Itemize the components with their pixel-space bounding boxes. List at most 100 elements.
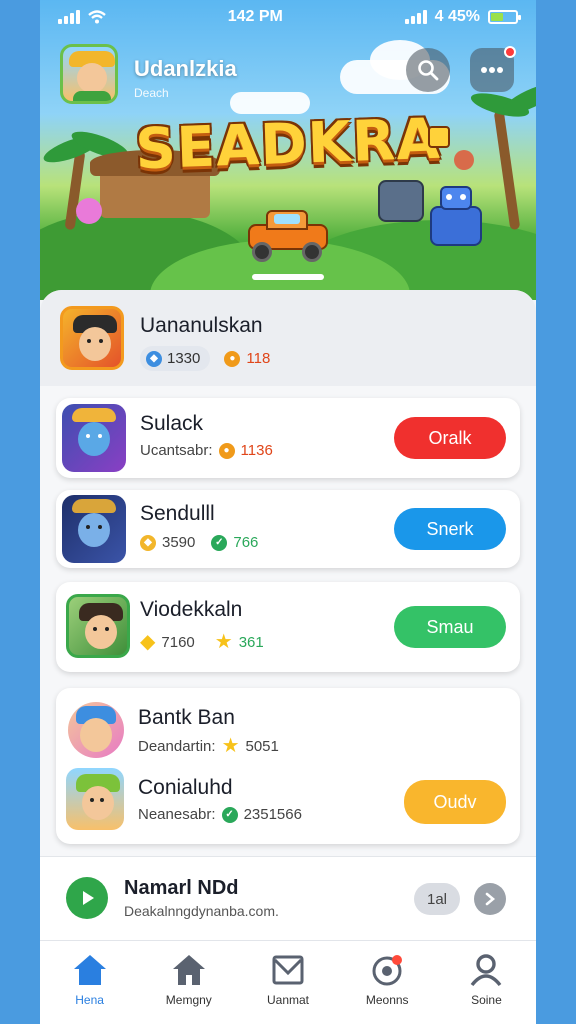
profile-stat2: 118 [246, 350, 271, 367]
robot-icon [378, 180, 424, 222]
star-icon: ★ [214, 631, 233, 653]
news-title: Namarl NDd [124, 877, 239, 899]
profile-stat1: 1330 [167, 350, 201, 367]
tab-home[interactable]: Hena [40, 941, 139, 1024]
tab-memgny[interactable]: Memgny [139, 941, 238, 1024]
card-stat-value: 1136 [240, 442, 273, 459]
profile-stat-pill: ◆ 1330 [140, 346, 211, 371]
home-icon [73, 955, 106, 985]
mail-icon [272, 955, 304, 985]
profile-name: Uananulskan [140, 314, 263, 337]
card-stat-label: Ucantsabr: [140, 442, 213, 459]
card-stat2: 766 [233, 534, 259, 551]
tab-bar: Hena Memgny Uanmat Meonns Soine [40, 940, 536, 1024]
person-icon [471, 954, 502, 987]
card-avatar [62, 404, 126, 472]
more-button[interactable] [470, 46, 516, 92]
group-card[interactable]: Bantk Ban Deandartin: ★ 5051 Conialuhd N… [56, 688, 520, 844]
card-stats: Ucantsabr: ● 1136 [140, 442, 273, 459]
drag-handle[interactable] [252, 274, 324, 280]
entry-stats: Neanesabr: ✓ 2351566 [138, 806, 302, 823]
player-name: Udanlzkia [134, 56, 237, 81]
status-left [58, 10, 106, 24]
card-action-button[interactable]: Oralk [394, 417, 506, 459]
play-icon [83, 891, 94, 905]
entry-name: Conialuhd [138, 776, 233, 799]
status-right: 4 45% [404, 8, 521, 26]
card-name: Viodekkaln [140, 598, 243, 621]
entry-avatar [66, 768, 124, 830]
entry-stat-label: Neanesabr: [138, 806, 216, 823]
play-button[interactable] [66, 877, 108, 919]
star-icon: ◆ [140, 631, 156, 653]
flower [76, 198, 102, 224]
title-badge-icon [428, 126, 450, 148]
chevron-right-icon [485, 892, 496, 906]
card-action-button[interactable]: Smau [394, 606, 506, 648]
gem-icon: ◆ [146, 350, 162, 367]
tab-uanmat[interactable]: Uanmat [238, 941, 337, 1024]
tab-label: Uanmat [266, 993, 310, 1007]
coin-icon: ● [218, 442, 235, 459]
card-action-button[interactable]: Snerk [394, 508, 506, 550]
blue-robot-icon [424, 186, 488, 250]
card-avatar [62, 495, 126, 563]
game-card[interactable]: Sulack Ucantsabr: ● 1136 Oralk [56, 398, 520, 478]
check-icon: ✓ [211, 534, 228, 551]
status-bar: 142 PM 4 45% [0, 0, 576, 34]
profile-row[interactable]: Uananulskan ◆ 1330 ● 118 [40, 290, 536, 386]
profile-avatar [60, 306, 124, 370]
card-stats: ◆ 3590 ✓ 766 [140, 534, 258, 551]
news-badge[interactable]: 1al [414, 883, 460, 915]
card-avatar [66, 594, 130, 658]
tab-soine[interactable]: Soine [437, 941, 536, 1024]
cell-signal-icon [404, 10, 427, 24]
game-card[interactable]: Viodekkaln ◆ 7160 ★ 361 Smau [56, 582, 520, 672]
hero-banner: SEADKRA Udanlzkia Deach [40, 0, 536, 300]
battery-icon [487, 10, 521, 24]
tab-label: Soine [471, 993, 502, 1007]
tab-label: Hena [75, 993, 104, 1007]
card-name: Sendulll [140, 502, 215, 525]
coin-icon: ● [224, 350, 241, 367]
battery-fill [490, 13, 503, 21]
content-sheet: Uananulskan ◆ 1330 ● 118 Sulack Ucantsab… [40, 290, 536, 1024]
status-time: 142 PM [227, 8, 283, 25]
wifi-icon [88, 10, 106, 24]
entry-stat-value: 5051 [245, 737, 279, 755]
card-stat2: 361 [238, 633, 264, 651]
news-row[interactable]: Namarl NDd Deakalnngdynanba.com. 1al [40, 856, 536, 940]
profile-stats: ◆ 1330 ● 118 [140, 346, 270, 371]
tab-label: Memgny [165, 993, 212, 1007]
tab-meonns[interactable]: Meonns [338, 941, 437, 1024]
group-action-button[interactable]: Oudv [404, 780, 506, 824]
entry-stats: Deandartin: ★ 5051 [138, 736, 279, 756]
game-title: SEADKRA [134, 106, 442, 183]
news-subtitle: Deakalnngdynanba.com. [124, 903, 279, 919]
battery-percent: 4 45% [434, 8, 480, 25]
card-stat1: 3590 [162, 534, 196, 551]
car-icon [248, 210, 328, 262]
entry-stat-value: 2351566 [243, 806, 302, 823]
player-subtitle: Deach [134, 86, 169, 100]
game-card[interactable]: Sendulll ◆ 3590 ✓ 766 Snerk [56, 490, 520, 568]
card-name: Sulack [140, 412, 204, 435]
search-icon [418, 60, 439, 81]
house-icon [172, 955, 205, 985]
more-icon [481, 67, 503, 73]
next-button[interactable] [474, 883, 506, 915]
search-button[interactable] [406, 48, 450, 92]
star-icon: ★ [221, 735, 240, 757]
card-stats: ◆ 7160 ★ 361 [140, 632, 264, 652]
app-screen: SEADKRA Udanlzkia Deach Uananulskan ◆ 13… [40, 0, 536, 1024]
player-avatar[interactable] [60, 44, 118, 104]
entry-avatar [68, 702, 124, 758]
tab-label: Meonns [365, 993, 409, 1007]
signal-icon [58, 10, 80, 24]
entry-name: Bantk Ban [138, 706, 235, 729]
card-stat1: 7160 [161, 633, 195, 651]
notification-dot [504, 46, 516, 58]
entry-stat-label: Deandartin: [138, 737, 216, 755]
check-icon: ✓ [221, 806, 238, 823]
target-icon [372, 955, 403, 986]
